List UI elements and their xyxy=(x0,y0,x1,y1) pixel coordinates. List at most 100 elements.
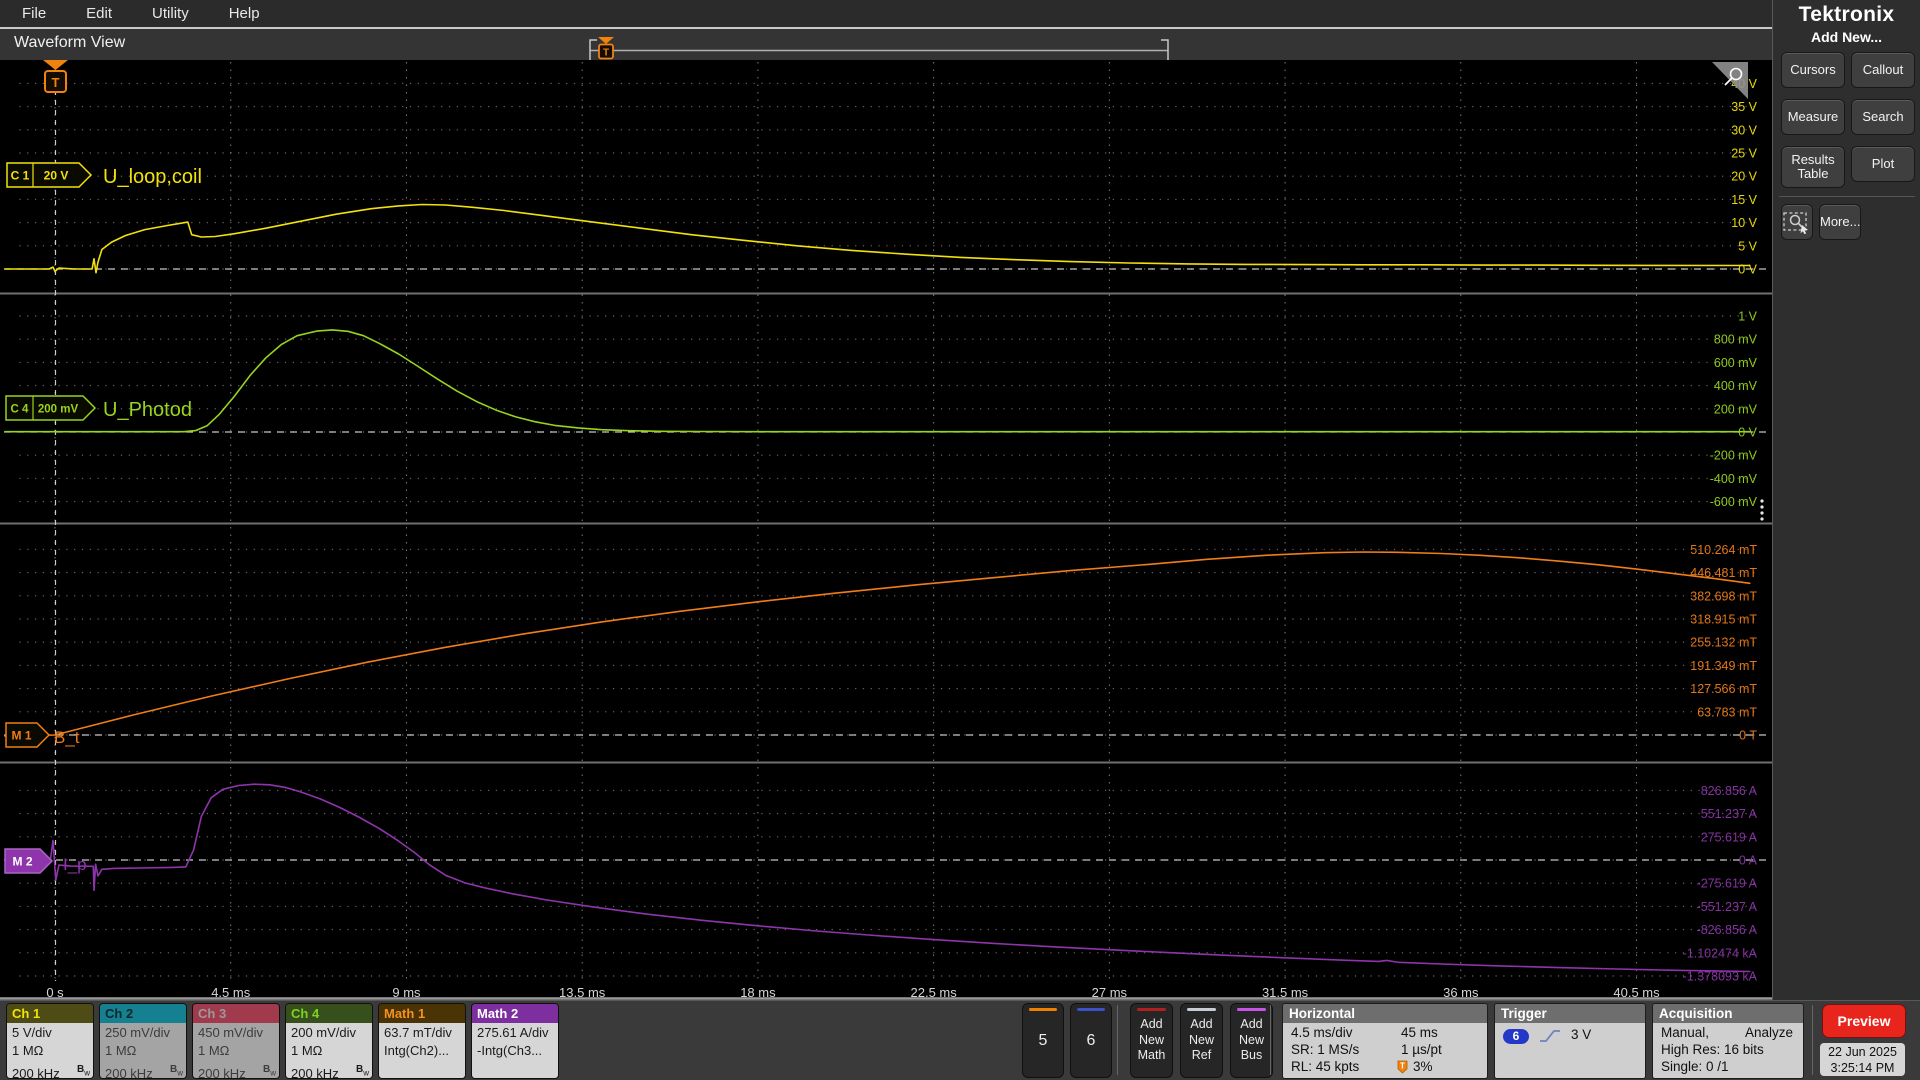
channel-impedance: 1 MΩ xyxy=(105,1042,137,1058)
time-label: 9 ms xyxy=(392,985,421,1000)
menu-item-edit[interactable]: Edit xyxy=(86,5,112,22)
axis-label-ch4: 600 mV xyxy=(1714,356,1758,370)
time-label: 4.5 ms xyxy=(211,985,251,1000)
trace-ch1[interactable] xyxy=(4,203,1751,274)
measure-button[interactable]: Measure xyxy=(1781,99,1845,135)
horizontal-scale: 4.5 ms/div xyxy=(1291,1025,1353,1040)
axis-label-ch4: 200 mV xyxy=(1714,402,1758,416)
add-button-line: Ref xyxy=(1191,1048,1212,1063)
channel-badge-ch4[interactable]: Ch 4 200 mV/div 1 MΩ 200 kHz Bw xyxy=(285,1003,373,1079)
time-label: 0 s xyxy=(46,985,64,1000)
splitter-drag-handle[interactable] xyxy=(1760,517,1764,521)
add-color-stripe xyxy=(1237,1008,1266,1011)
splitter-drag-handle[interactable] xyxy=(1760,511,1764,515)
zoom-select-button[interactable] xyxy=(1781,204,1813,240)
axis-label-ch4: 800 mV xyxy=(1714,333,1758,347)
splitter-drag-handle[interactable] xyxy=(1760,499,1764,503)
menu-item-utility[interactable]: Utility xyxy=(152,5,189,22)
trigger-panel[interactable]: Trigger 6 3 V xyxy=(1494,1003,1646,1079)
axis-label-m2: -551.237 A xyxy=(1697,900,1758,914)
axis-label-m2: -275.619 A xyxy=(1697,877,1758,891)
add-button-line: Add xyxy=(1240,1017,1263,1032)
channel-details: 275.61 A/div -Intg(Ch3... xyxy=(472,1023,558,1078)
menu-item-help[interactable]: Help xyxy=(229,5,260,22)
tektronix-logo: Tektronix xyxy=(1798,3,1895,26)
channel-title: Math 2 xyxy=(472,1004,558,1023)
channel-bandwidth: 200 kHz xyxy=(12,1065,60,1079)
svg-text:T: T xyxy=(1400,1062,1405,1071)
axis-label-ch1: 25 V xyxy=(1731,147,1757,161)
channel-badge-ch2[interactable]: Ch 2 250 mV/div 1 MΩ 200 kHz Bw xyxy=(99,1003,187,1079)
axis-label-ch1: 10 V xyxy=(1731,216,1757,230)
axis-label-m1: 127.566 mT xyxy=(1690,682,1757,696)
add-new-math-button[interactable]: Add New Math xyxy=(1130,1003,1173,1078)
trace-ch4[interactable] xyxy=(4,329,1751,433)
acquisition-panel[interactable]: Acquisition Manual, Analyze High Res: 16… xyxy=(1652,1003,1804,1079)
bandwidth-limit-icon: Bw xyxy=(262,1064,276,1078)
axis-label-ch4: 400 mV xyxy=(1714,379,1758,393)
channel-badge-math1[interactable]: Math 1 63.7 mT/div Intg(Ch2)... xyxy=(378,1003,466,1079)
acquisition-mode: Manual, xyxy=(1661,1025,1710,1040)
horizontal-position-scrollbar[interactable]: T xyxy=(0,29,1772,60)
horizontal-panel-title: Horizontal xyxy=(1283,1004,1487,1023)
preview-button[interactable]: Preview xyxy=(1822,1004,1906,1038)
acquisition-single: Single: 0 /1 xyxy=(1661,1059,1729,1074)
time-label: 40.5 ms xyxy=(1613,985,1660,1000)
axis-label-m2: 275.619 A xyxy=(1701,830,1758,844)
channel-title: Ch 1 xyxy=(7,1004,93,1023)
axis-label-ch1: 20 V xyxy=(1731,170,1757,184)
horizontal-panel[interactable]: Horizontal 4.5 ms/div 45 ms SR: 1 MS/s 1… xyxy=(1282,1003,1488,1079)
channel-scale: 200 mV/div xyxy=(291,1025,357,1040)
add-new-ref-button[interactable]: Add New Ref xyxy=(1180,1003,1223,1078)
search-button[interactable]: Search xyxy=(1851,99,1915,135)
add-button-line: Bus xyxy=(1240,1048,1263,1063)
splitter-drag-handle[interactable] xyxy=(1760,505,1764,509)
channel-badge-math2[interactable]: Math 2 275.61 A/div -Intg(Ch3... xyxy=(471,1003,559,1079)
channel-badge-ch3[interactable]: Ch 3 450 mV/div 1 MΩ 200 kHz Bw xyxy=(192,1003,280,1079)
time-text: 3:25:14 PM xyxy=(1830,1061,1895,1075)
more-button[interactable]: More... xyxy=(1819,204,1862,240)
axis-label-m1: 0 T xyxy=(1739,729,1757,743)
bottom-control-bar: Ch 15 V/div 1 MΩ 200 kHz Bw Ch 2 250 mV/div 1 … xyxy=(0,1000,1920,1080)
waveform-slot-button-6[interactable]: 6 xyxy=(1070,1003,1112,1078)
time-label: 22.5 ms xyxy=(911,985,958,1000)
cursors-button[interactable]: Cursors xyxy=(1781,52,1845,88)
channel-impedance: -Intg(Ch3... xyxy=(477,1042,543,1058)
callout-button[interactable]: Callout xyxy=(1851,52,1915,88)
axis-label-m2: -826.856 A xyxy=(1697,923,1758,937)
channel-impedance: 1 MΩ xyxy=(291,1042,323,1058)
sample-rate: SR: 1 MS/s xyxy=(1291,1042,1360,1057)
acquisition-resolution: High Res: 16 bits xyxy=(1661,1042,1764,1057)
sidebar-button-grid: Cursors Callout Measure Search Results Table… xyxy=(1781,52,1915,188)
trigger-panel-title: Trigger xyxy=(1495,1004,1645,1023)
menu-item-file[interactable]: File xyxy=(22,5,46,22)
waveform-slot-button-5[interactable]: 5 xyxy=(1022,1003,1064,1078)
waveform-plot[interactable]: 40 V35 V30 V25 V20 V15 V10 V5 V0 V1 V800… xyxy=(0,60,1772,1000)
date-text: 22 Jun 2025 xyxy=(1828,1045,1897,1059)
svg-text:200 mV: 200 mV xyxy=(38,404,79,416)
svg-text:20 V: 20 V xyxy=(44,169,69,183)
plot-button[interactable]: Plot xyxy=(1851,146,1915,182)
results-table-button[interactable]: Results Table xyxy=(1781,146,1845,188)
axis-label-ch1: 15 V xyxy=(1731,193,1757,207)
time-label: 13.5 ms xyxy=(559,985,606,1000)
separator xyxy=(1117,1005,1118,1075)
channel-title: Ch 4 xyxy=(286,1004,372,1023)
channel-badge-ch1[interactable]: Ch 1 5 V/div 1 MΩ 200 kHz Bw xyxy=(6,1003,94,1079)
channel-impedance: Intg(Ch2)... xyxy=(384,1042,450,1058)
channel-details: 450 mV/div 1 MΩ 200 kHz Bw xyxy=(193,1023,279,1078)
acquisition-analyze: Analyze xyxy=(1745,1025,1794,1040)
trace-m2[interactable] xyxy=(4,783,1751,973)
add-button-line: Math xyxy=(1137,1048,1166,1063)
axis-label-ch4: 0 V xyxy=(1738,426,1757,440)
axis-label-m2: 0 A xyxy=(1739,854,1758,868)
axis-label-ch4: -600 mV xyxy=(1710,495,1758,509)
add-new-bus-button[interactable]: Add New Bus xyxy=(1230,1003,1273,1078)
trace-m1[interactable] xyxy=(4,551,1751,737)
add-color-stripe xyxy=(1137,1008,1166,1011)
svg-text:C 1: C 1 xyxy=(11,169,30,183)
waveform-label: I_p xyxy=(63,855,87,874)
waveform-view-panel: Waveform View T 40 V35 V30 V25 V20 V15 V… xyxy=(0,27,1772,1000)
axis-label-m2: -1.378093 kA xyxy=(1683,970,1758,984)
svg-text:T: T xyxy=(52,75,60,90)
